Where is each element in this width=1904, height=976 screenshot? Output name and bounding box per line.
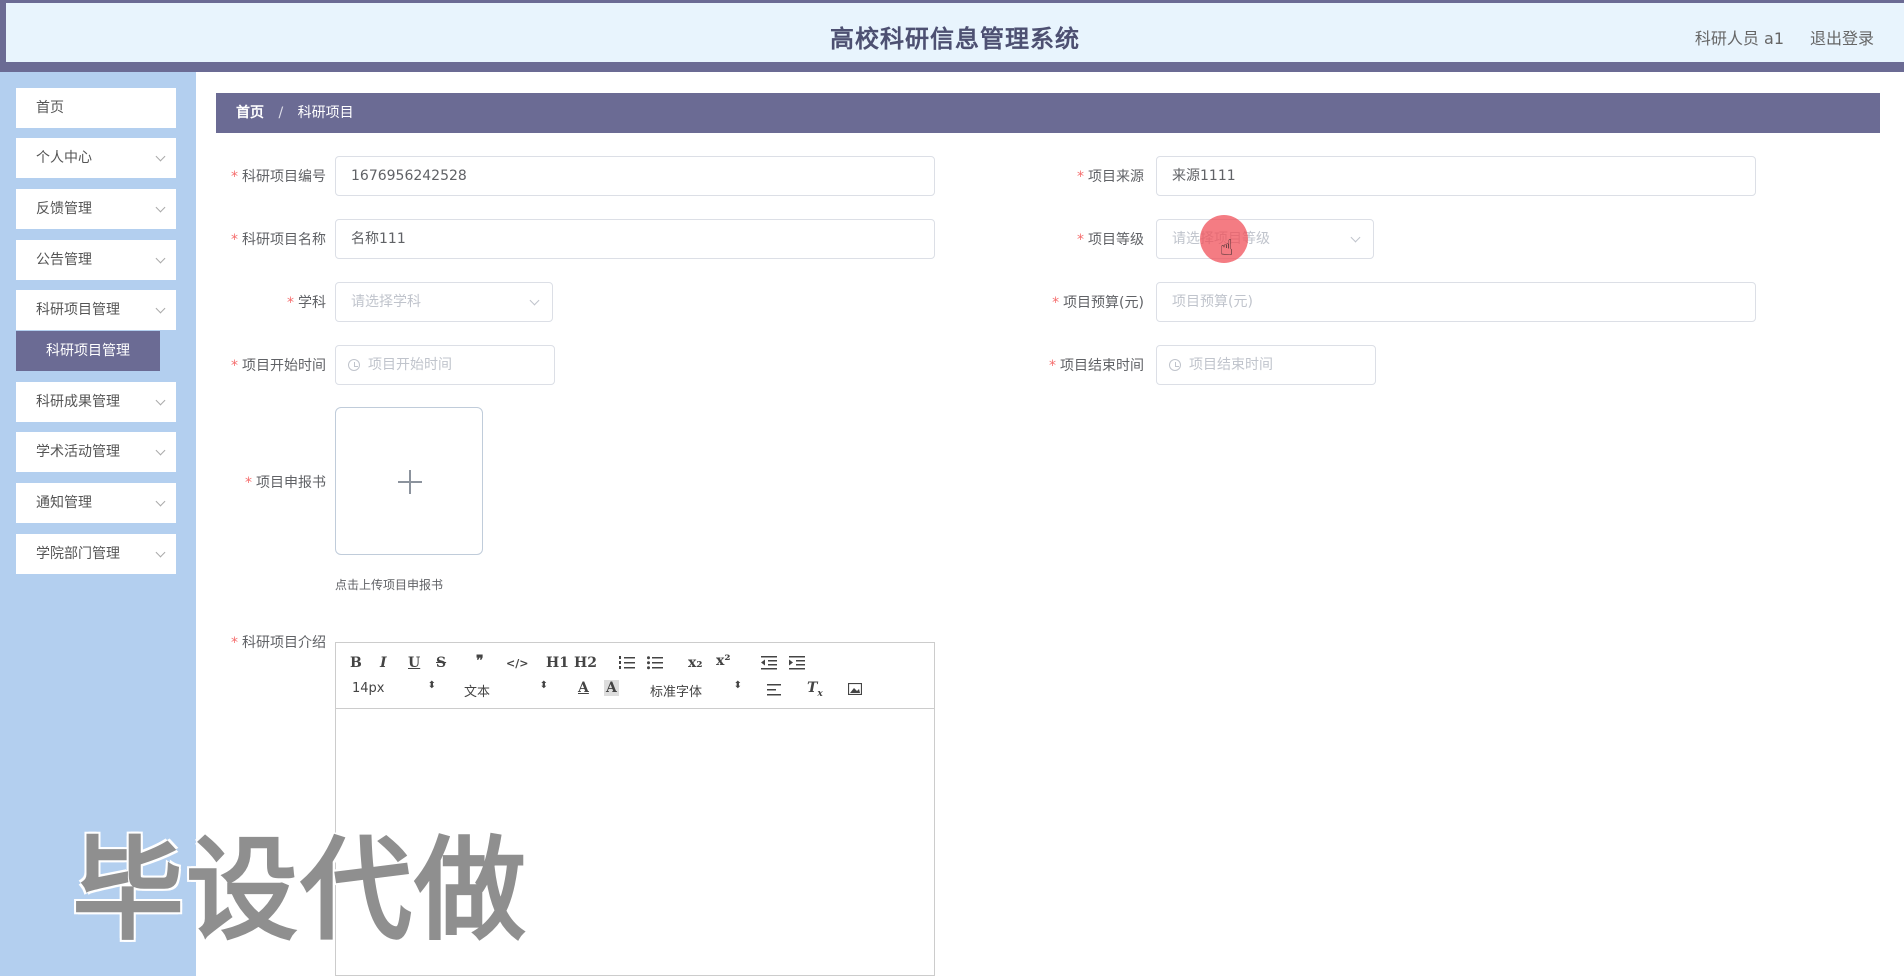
sidebar-item-feedback[interactable]: 反馈管理 [16,189,176,229]
watermark: 毕设代做 [72,826,528,956]
end-time-placeholder: 项目结束时间 [1189,357,1273,373]
budget-input[interactable]: 项目预算(元) [1156,282,1756,322]
intro-label: * 科研项目介绍 [231,635,326,651]
underline-button[interactable]: U [408,655,420,671]
end-time-label: * 项目结束时间 [1049,358,1144,374]
project-source-label: * 项目来源 [1077,169,1144,185]
project-level-label: * 项目等级 [1077,232,1144,248]
updown-icon: ⬍ [733,680,742,691]
chevron-down-icon [155,395,166,406]
font-size-value: 14px [352,681,385,696]
updown-icon: ⬍ [427,680,436,691]
sidebar-item-label: 学院部门管理 [36,546,120,562]
project-name-input[interactable]: 名称111 [335,219,935,259]
current-user: 科研人员 a1 [1694,29,1784,48]
start-time-picker[interactable]: 项目开始时间 [335,345,555,385]
hand-cursor-icon: ☝ [1220,236,1234,261]
updown-icon: ⬍ [539,680,548,691]
breadcrumb-home[interactable]: 首页 [236,105,264,121]
background-color-icon[interactable]: A [604,680,619,696]
chevron-down-icon [155,303,166,314]
clock-icon [348,359,360,371]
font-size-select[interactable]: 14px ⬍ [352,680,436,696]
image-icon[interactable] [848,683,862,695]
subject-placeholder: 请选择学科 [351,294,421,310]
chevron-down-icon [155,445,166,456]
bullet-list-icon[interactable] [647,656,663,670]
upload-tip: 点击上传项目申报书 [335,578,444,592]
chevron-down-icon [155,151,166,162]
app-title: 高校科研信息管理系统 [830,25,1080,53]
project-level-select[interactable]: 请选择项目等级 [1156,219,1374,259]
budget-label: * 项目预算(元) [1052,295,1144,311]
sidebar-item-label: 首页 [36,100,64,116]
project-no-input[interactable]: 1676956242528 [335,156,935,196]
sidebar-item-home[interactable]: 首页 [16,88,176,128]
project-no-label: * 科研项目编号 [231,169,326,185]
sidebar-item-academic-activities[interactable]: 学术活动管理 [16,432,176,472]
ordered-list-icon[interactable] [619,656,635,670]
sidebar-item-label: 反馈管理 [36,201,92,217]
header2-button[interactable]: H2 [574,655,597,671]
header1-button[interactable]: H1 [546,655,569,671]
chevron-down-icon [155,253,166,264]
logout-link[interactable]: 退出登录 [1810,25,1874,49]
sidebar-item-label: 公告管理 [36,252,92,268]
sidebar-item-announcements[interactable]: 公告管理 [16,240,176,280]
superscript-button[interactable]: x² [716,653,730,669]
sidebar-item-label: 科研项目管理 [36,302,120,318]
font-color-icon[interactable]: A [578,680,589,696]
sidebar-item-label: 科研成果管理 [36,394,120,410]
start-time-placeholder: 项目开始时间 [368,357,452,373]
chevron-down-icon [1350,232,1361,243]
subscript-button[interactable]: x₂ [688,655,702,671]
italic-button[interactable]: I [380,655,387,671]
strike-button[interactable]: S [436,655,446,671]
bold-button[interactable]: B [350,655,362,671]
editor-toolbar: B I U S ❞ </> H1 H2 x₂ x² 14px ⬍ 文本 ⬍ A … [336,643,934,709]
end-time-picker[interactable]: 项目结束时间 [1156,345,1376,385]
chevron-down-icon [155,496,166,507]
sidebar-item-achievements[interactable]: 科研成果管理 [16,382,176,422]
sidebar-item-profile[interactable]: 个人中心 [16,138,176,178]
sidebar-item-projects[interactable]: 科研项目管理 [16,290,176,330]
report-label: * 项目申报书 [245,475,326,491]
sidebar-item-departments[interactable]: 学院部门管理 [16,534,176,574]
report-upload[interactable] [335,407,483,555]
submenu-project-management[interactable]: 科研项目管理 [16,331,160,371]
breadcrumb-current: 科研项目 [297,105,354,121]
sidebar-item-notifications[interactable]: 通知管理 [16,483,176,523]
subject-label: * 学科 [287,295,326,311]
plus-icon-vertical [409,470,411,494]
chevron-down-icon [155,547,166,558]
chevron-down-icon [529,295,540,306]
align-icon[interactable] [767,684,781,696]
subject-select[interactable]: 请选择学科 [335,282,553,322]
clock-icon [1169,359,1181,371]
breadcrumb: 首页 / 科研项目 [216,93,1880,133]
outdent-icon[interactable] [761,656,777,670]
start-time-label: * 项目开始时间 [231,358,326,374]
project-source-input[interactable]: 来源1111 [1156,156,1756,196]
font-family-select[interactable]: 标准字体 ⬍ [650,680,742,700]
sidebar-item-label: 个人中心 [36,150,92,166]
indent-icon[interactable] [789,656,805,670]
sidebar-item-label: 学术活动管理 [36,444,120,460]
header-bar: 高校科研信息管理系统 科研人员 a1 退出登录 [6,3,1904,62]
app-header: 高校科研信息管理系统 科研人员 a1 退出登录 [0,0,1904,72]
font-family-value: 标准字体 [650,685,703,700]
text-style-value: 文本 [464,685,491,700]
code-block-button[interactable]: </> [506,657,528,670]
breadcrumb-separator: / [278,105,284,121]
clear-format-icon[interactable]: Tx [807,680,823,699]
chevron-down-icon [155,202,166,213]
project-name-label: * 科研项目名称 [231,232,326,248]
sidebar-item-label: 通知管理 [36,495,92,511]
blockquote-button[interactable]: ❞ [476,653,484,669]
text-style-select[interactable]: 文本 ⬍ [464,680,548,700]
